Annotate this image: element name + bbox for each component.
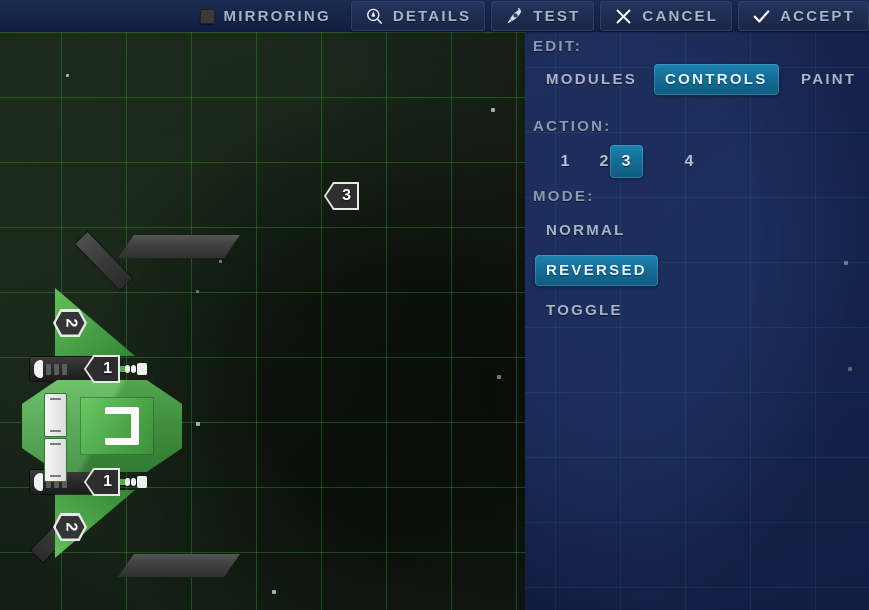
star-dot [848, 367, 852, 371]
thruster-nozzle-icon [34, 360, 43, 378]
star-dot [196, 422, 200, 426]
editor-side-panel: EDIT: MODULES CONTROLS PAINT ACTION: 1 2… [525, 32, 869, 610]
action-option-4[interactable]: 4 [673, 145, 706, 178]
module-bar-tick [49, 430, 62, 432]
thruster-fin [54, 363, 59, 375]
wing-badge-top[interactable]: 2 [53, 309, 87, 337]
star-dot [66, 74, 69, 77]
star-dot [497, 375, 501, 379]
accept-button[interactable]: ACCEPT [738, 1, 869, 31]
wing-badge-bottom[interactable]: 2 [53, 513, 87, 541]
star-dot [219, 260, 222, 263]
free-marker-tag[interactable]: 3 [324, 182, 359, 210]
test-label: TEST [533, 7, 581, 25]
thruster-fin [62, 363, 67, 375]
ship-plank-top[interactable] [118, 235, 240, 258]
mode-section-label: MODE: [533, 188, 595, 205]
star-dot [196, 290, 199, 293]
action-section-label: ACTION: [533, 118, 612, 135]
edit-option-paint[interactable]: PAINT [790, 64, 867, 95]
mirroring-toggle[interactable]: MIRRORING [186, 1, 345, 31]
cancel-label: CANCEL [642, 7, 719, 25]
mirroring-label: MIRRORING [223, 7, 331, 25]
thruster-tag-top-value: 1 [103, 360, 112, 377]
checkbox-icon[interactable] [199, 8, 215, 24]
mode-option-toggle[interactable]: TOGGLE [535, 295, 634, 326]
action-option-1[interactable]: 1 [549, 145, 582, 178]
thruster-fin [46, 363, 51, 375]
edit-section-label: EDIT: [533, 38, 582, 55]
rocket-icon [505, 7, 524, 26]
details-button[interactable]: DETAILS [350, 1, 486, 31]
check-icon [752, 7, 771, 26]
wing-badge-bottom-value: 2 [62, 522, 79, 532]
action-option-3[interactable]: 3 [610, 145, 643, 178]
module-bar-tick [49, 475, 62, 477]
star-dot [491, 108, 495, 112]
x-icon [614, 7, 633, 26]
ship-bracket-glyph [105, 407, 139, 445]
star-dot [844, 261, 848, 265]
wing-badge-top-value: 2 [62, 318, 79, 328]
module-bar-tick [49, 443, 62, 445]
cancel-button[interactable]: CANCEL [600, 1, 733, 31]
thruster-tag-top[interactable]: 1 [84, 355, 120, 383]
free-marker-value: 3 [342, 187, 351, 204]
ship-plank-bottom[interactable] [118, 554, 240, 577]
ship-editor-canvas[interactable]: 2 2 1 1 3 [0, 32, 525, 610]
top-toolbar: MIRRORING DETAILS TEST CANCEL ACCEPT [0, 0, 869, 32]
thruster-tag-bottom[interactable]: 1 [84, 468, 120, 496]
test-button[interactable]: TEST [491, 1, 595, 31]
module-bar-tick [49, 398, 62, 400]
mode-option-normal[interactable]: NORMAL [535, 215, 637, 246]
ship-module-bar-upper[interactable] [44, 393, 67, 437]
mode-option-reversed[interactable]: REVERSED [535, 255, 658, 286]
thruster-tag-bottom-value: 1 [103, 473, 112, 490]
edit-option-controls[interactable]: CONTROLS [654, 64, 779, 95]
details-label: DETAILS [392, 7, 472, 25]
edit-option-modules[interactable]: MODULES [535, 64, 648, 95]
star-dot [272, 590, 276, 594]
ship-module-bar-lower[interactable] [44, 438, 67, 482]
accept-label: ACCEPT [780, 7, 855, 25]
magnifier-icon [365, 7, 384, 26]
thruster-nozzle-icon [34, 473, 43, 491]
